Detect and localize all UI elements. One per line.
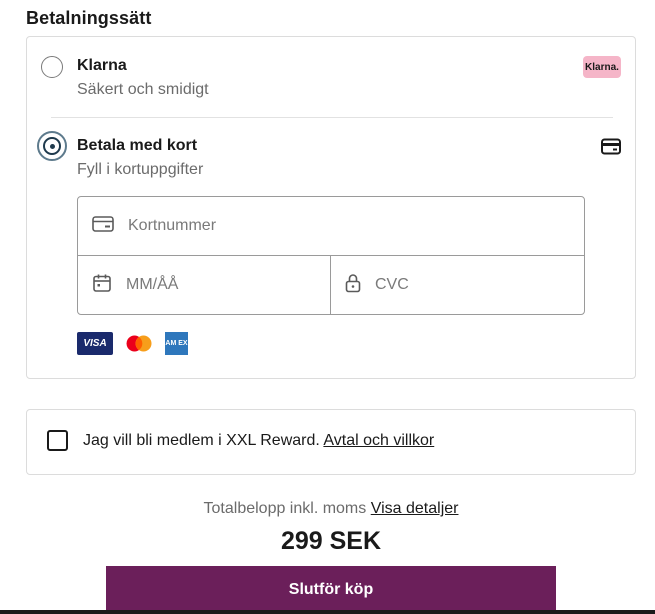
- credit-card-icon: [601, 138, 621, 160]
- klarna-radio[interactable]: [41, 56, 63, 78]
- reward-text: Jag vill bli medlem i XXL Reward.: [83, 432, 320, 449]
- visa-logo: VISA: [77, 332, 113, 355]
- complete-purchase-button[interactable]: Slutför köp: [106, 566, 556, 614]
- card-option-subtitle: Fyll i kortuppgifter: [77, 161, 204, 178]
- card-option-title[interactable]: Betala med kort: [77, 137, 197, 155]
- reward-checkbox[interactable]: [47, 430, 68, 451]
- card-number-field[interactable]: Kortnummer: [78, 197, 584, 256]
- total-label: Totalbelopp inkl. moms: [203, 500, 367, 517]
- card-number-placeholder: Kortnummer: [128, 217, 217, 234]
- option-divider: [51, 117, 613, 118]
- payment-section-title: Betalningssätt: [26, 8, 152, 28]
- bottom-edge: [0, 610, 655, 614]
- amex-logo: AM EX: [165, 332, 188, 355]
- payment-methods-panel: Klarna Säkert och smidigt Klarna. Betala…: [26, 36, 636, 379]
- expiry-field[interactable]: MM/ÅÅ: [78, 256, 331, 314]
- reward-label: Jag vill bli medlem i XXL Reward. Avtal …: [83, 432, 434, 450]
- klarna-title[interactable]: Klarna: [77, 57, 127, 75]
- show-details-link[interactable]: Visa detaljer: [371, 500, 459, 517]
- cvc-placeholder: CVC: [375, 276, 409, 293]
- cvc-field[interactable]: CVC: [331, 256, 584, 314]
- mastercard-logo: [123, 332, 155, 355]
- terms-link[interactable]: Avtal och villkor: [323, 432, 434, 449]
- lock-icon: [345, 273, 361, 298]
- expiry-placeholder: MM/ÅÅ: [126, 276, 179, 293]
- total-label-line: Totalbelopp inkl. moms Visa detaljer: [0, 500, 655, 518]
- klarna-subtitle: Säkert och smidigt: [77, 81, 209, 98]
- card-radio[interactable]: [37, 131, 67, 161]
- calendar-icon: [92, 273, 112, 298]
- card-form: Kortnummer MM/ÅÅ CVC: [77, 196, 585, 315]
- reward-panel: Jag vill bli medlem i XXL Reward. Avtal …: [26, 409, 636, 475]
- klarna-logo: Klarna.: [583, 56, 621, 78]
- total-amount: 299 SEK: [280, 527, 382, 555]
- card-number-icon: [92, 215, 114, 237]
